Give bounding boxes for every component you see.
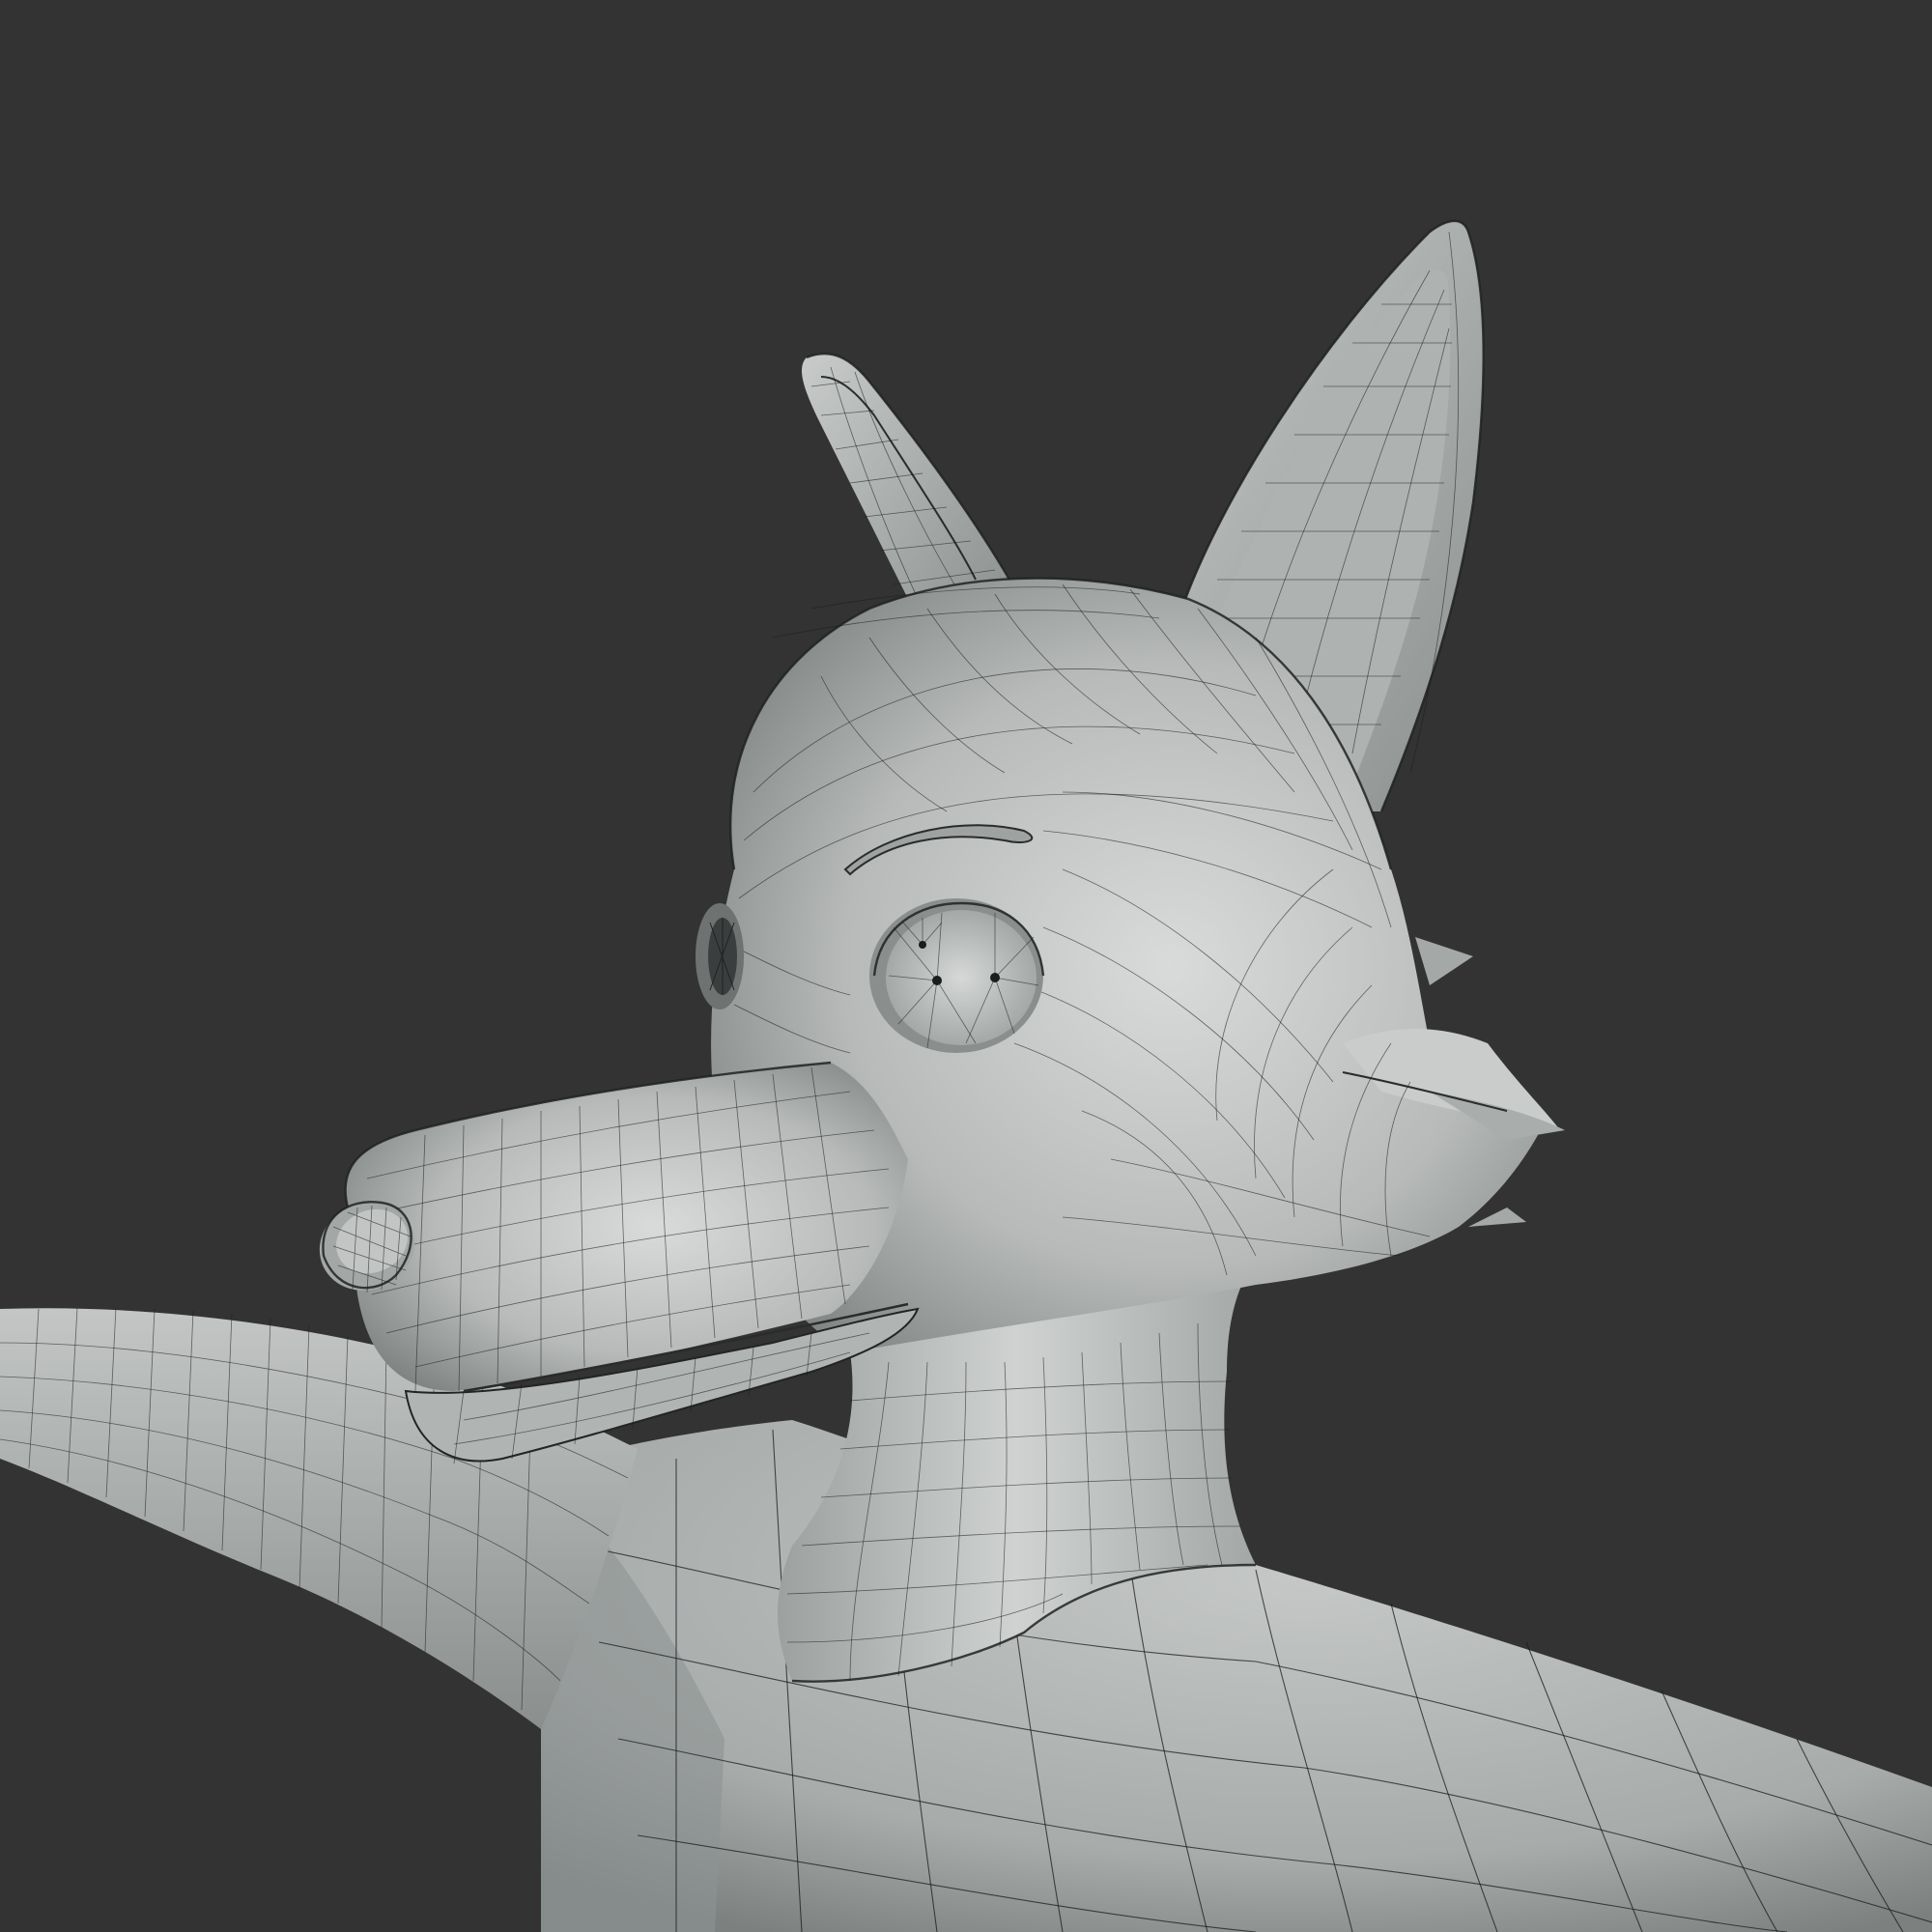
- torso-mesh[interactable]: [541, 1420, 1932, 1932]
- muzzle-mesh[interactable]: [344, 1061, 920, 1464]
- pupil-right-icon: [990, 973, 1000, 982]
- far-eye-mesh: [696, 903, 744, 1009]
- pupil-left-icon: [932, 976, 942, 985]
- 3d-viewport[interactable]: [0, 0, 1932, 1932]
- fox-model-mesh[interactable]: [0, 0, 1932, 1932]
